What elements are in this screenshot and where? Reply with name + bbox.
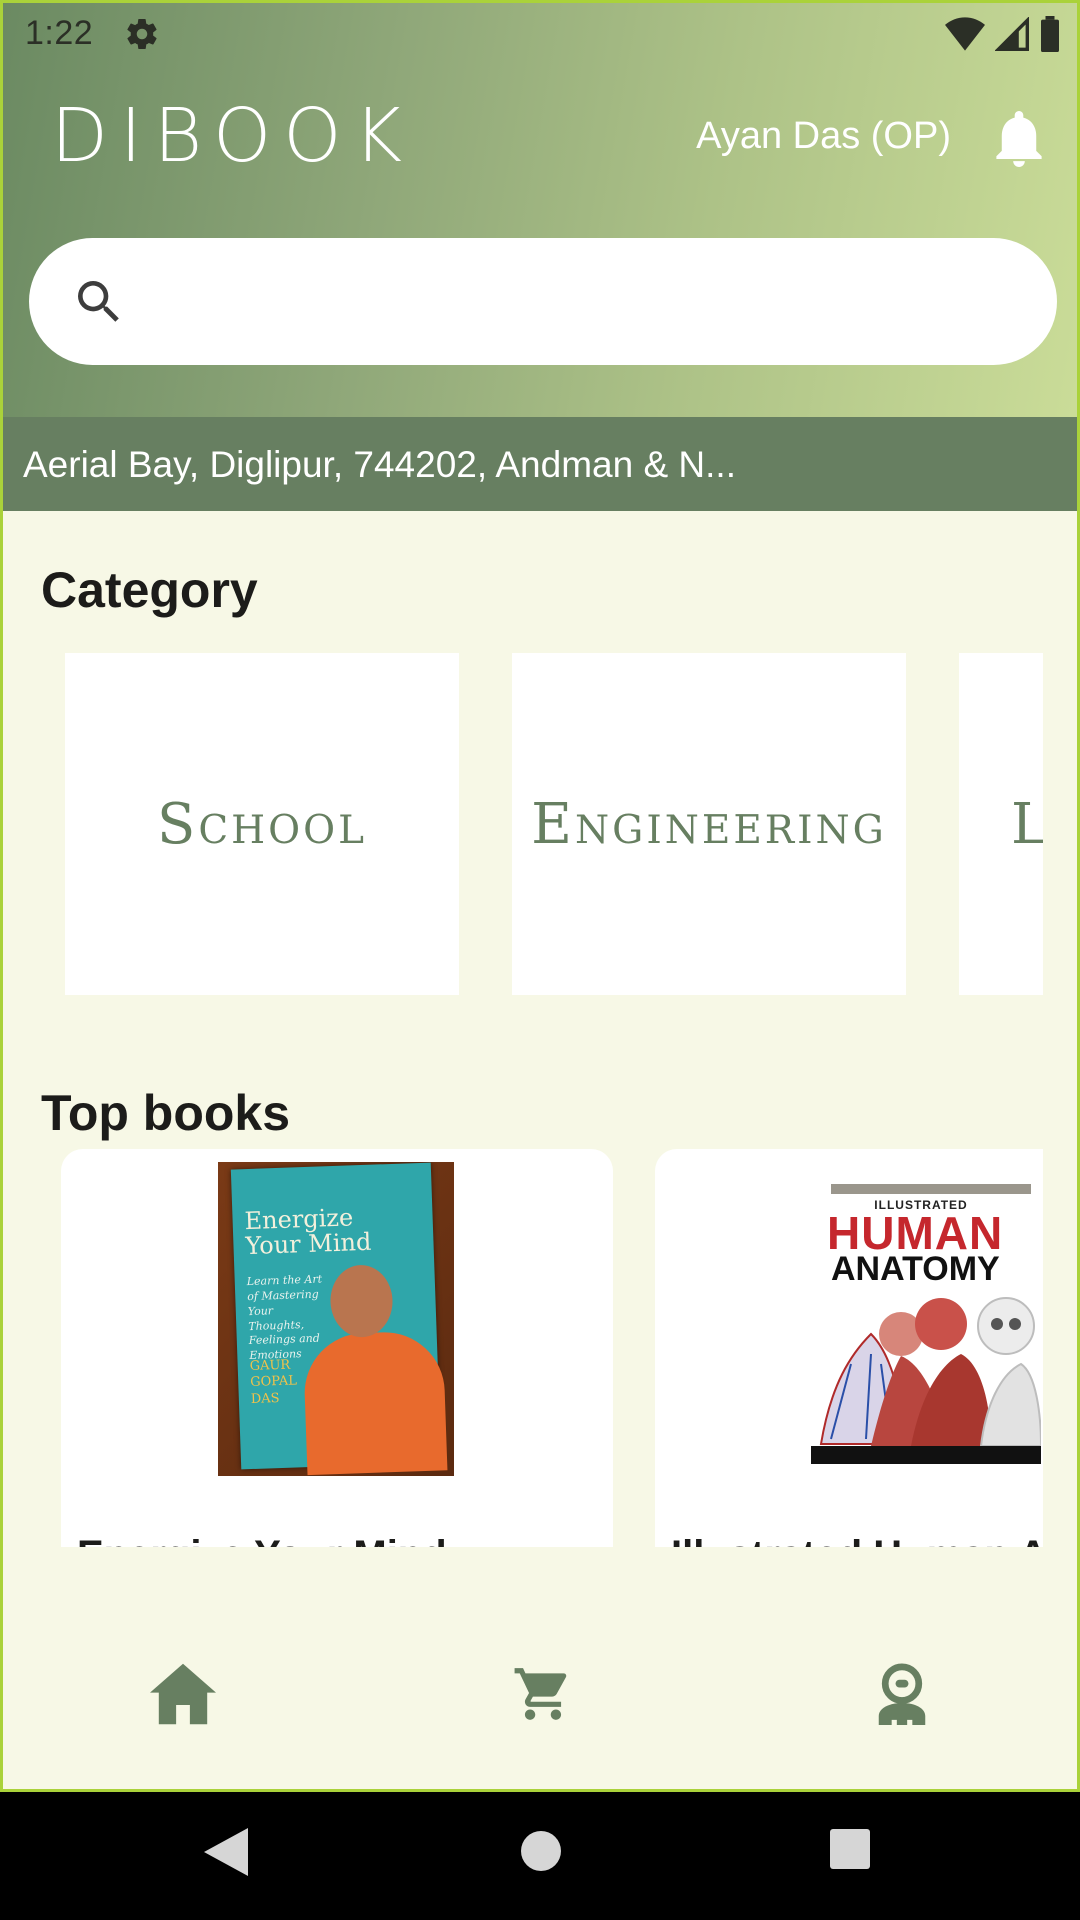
cart-icon[interactable] <box>510 1663 576 1725</box>
battery-icon <box>1041 16 1059 52</box>
book-cover-image: Energize Your Mind Learn the Art of Mast… <box>218 1162 454 1476</box>
cover-title: Energize Your Mind <box>244 1203 372 1261</box>
top-books-heading: Top books <box>41 1085 291 1141</box>
address-bar[interactable]: Aerial Bay, Diglipur, 744202, Andman & N… <box>3 417 1077 511</box>
search-bar[interactable] <box>29 238 1057 365</box>
category-list[interactable]: School Engineering L <box>3 653 1043 995</box>
search-input[interactable] <box>149 268 1029 334</box>
status-time: 1:22 <box>25 14 94 52</box>
settings-gear-icon <box>127 19 157 50</box>
system-navigation-bar <box>0 1792 1080 1920</box>
category-card-engineering[interactable]: Engineering <box>512 653 906 995</box>
search-icon <box>78 281 119 322</box>
notification-bell-icon[interactable] <box>993 111 1045 167</box>
category-label: Engineering <box>531 791 887 857</box>
book-title: Energize Your Mind <box>77 1533 447 1547</box>
home-icon[interactable] <box>150 1663 216 1725</box>
delivery-address: Aerial Bay, Diglipur, 744202, Andman & N… <box>23 444 736 485</box>
category-card-school[interactable]: School <box>65 653 459 995</box>
header: 1:22 DIBOOK Ayan Das (OP) <box>3 3 1077 417</box>
cover-author: GAUR GOPAL DAS <box>249 1357 298 1407</box>
recents-icon[interactable] <box>830 1829 870 1869</box>
user-name[interactable]: Ayan Das (OP) <box>696 117 951 155</box>
wifi-icon <box>945 17 985 51</box>
book-card[interactable]: Energize Your Mind Learn the Art of Mast… <box>61 1149 613 1547</box>
book-cover-image: ILLUSTRATED HUMAN ANATOMY <box>811 1184 1041 1464</box>
cover-subtitle: Learn the Art of Mastering Your Thoughts… <box>246 1272 323 1363</box>
profile-icon[interactable] <box>869 1663 935 1725</box>
top-books-list[interactable]: Energize Your Mind Learn the Art of Mast… <box>3 1149 1043 1547</box>
cell-signal-icon <box>995 17 1029 51</box>
app-screen: 1:22 DIBOOK Ayan Das (OP) Aerial Bay, Di… <box>0 0 1080 1792</box>
status-icons <box>945 16 1061 52</box>
category-heading: Category <box>41 562 258 618</box>
status-bar: 1:22 <box>3 3 1077 63</box>
brand-logo: DIBOOK <box>51 93 414 179</box>
book-title: Illustrated Human A <box>671 1533 1043 1547</box>
bottom-navigation <box>3 1643 1077 1743</box>
home-circle-icon[interactable] <box>520 1830 562 1872</box>
cover-subtitle: ANATOMY <box>831 1250 1000 1288</box>
category-label: School <box>156 791 368 857</box>
anatomy-illustration <box>811 1294 1041 1446</box>
back-icon[interactable] <box>204 1828 248 1876</box>
category-label: L <box>1011 792 1043 857</box>
category-card-partial[interactable]: L <box>959 653 1043 995</box>
book-card[interactable]: ILLUSTRATED HUMAN ANATOMY <box>655 1149 1043 1547</box>
